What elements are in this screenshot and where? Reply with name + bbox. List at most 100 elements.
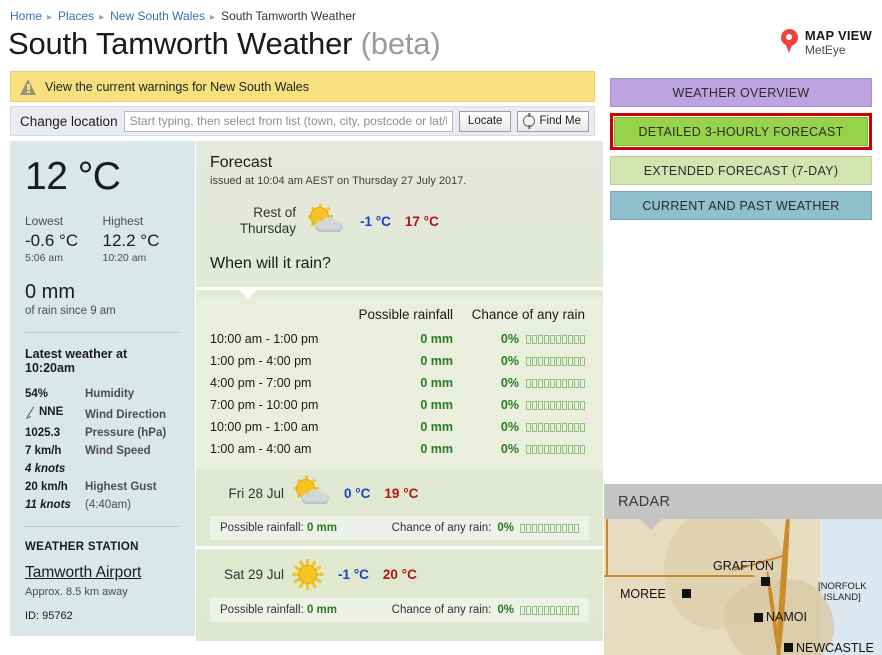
rain-table-row: 10:00 pm - 1:00 am 0 mm 0% [210, 416, 585, 438]
day-chance: Chance of any rain: 0% [392, 604, 579, 616]
rain-chance-gauge [526, 444, 585, 454]
nav-button-extended[interactable]: EXTENDED FORECAST (7-DAY) [610, 156, 872, 185]
day-min-temp: -1 °C [338, 566, 369, 582]
divider [25, 332, 180, 333]
weather-station-heading: WEATHER STATION [25, 541, 139, 553]
wind-speed-knots: 4 knots [25, 463, 66, 475]
nav-button-current[interactable]: CURRENT AND PAST WEATHER [610, 191, 872, 220]
radar-island-label: [NORFOLK ISLAND] [818, 581, 867, 603]
page-title-text: South Tamworth Weather [8, 26, 353, 61]
radar-city-label: GRAFTON [713, 559, 774, 573]
observation-value: 7 km/h [25, 445, 62, 457]
column-header-rainfall: Possible rainfall [358, 307, 453, 322]
breadcrumb: Home ▸ Places ▸ New South Wales ▸ South Tamwor… [10, 9, 356, 23]
rain-table: Possible rainfall Chance of any rain 10:… [196, 297, 603, 470]
find-me-button[interactable]: Find Me [517, 110, 589, 132]
breadcrumb-item-current: South Tamworth Weather [221, 9, 357, 23]
day-chance: Chance of any rain: 0% [392, 522, 579, 534]
breadcrumb-separator-icon: ▸ [99, 12, 105, 23]
location-search-input[interactable] [123, 110, 453, 132]
rain-period: 4:00 pm - 7:00 pm [210, 376, 312, 390]
wind-arrow-icon [25, 406, 36, 419]
radar-station-marker [784, 643, 793, 652]
highest-time: 10:20 am [102, 252, 147, 264]
radar-map[interactable]: MOREE GRAFTON NAMOI NEWCASTLE [NORFOLK ISLA… [604, 519, 882, 655]
day-header-row: Fri 28 Jul 0 °C 19 °C [210, 476, 589, 508]
observation-label: Humidity [85, 388, 135, 400]
rain-amount: 0 mm [420, 420, 453, 434]
compass-icon [523, 115, 536, 127]
rain-chance-percent: 0% [500, 420, 519, 434]
rain-table-row: 7:00 pm - 10:00 pm 0 mm 0% [210, 394, 585, 416]
rain-table-header: Possible rainfall Chance of any rain [210, 303, 585, 328]
page-title: South Tamworth Weather (beta) [8, 26, 441, 62]
weather-page: Home ▸ Places ▸ New South Wales ▸ South Tamwor… [0, 0, 882, 655]
rain-chance-percent: 0% [500, 442, 519, 456]
rain-since-9am-value: 0 mm [25, 281, 75, 303]
observation-label: Pressure (hPa) [85, 427, 167, 439]
breadcrumb-separator-icon: ▸ [210, 12, 216, 23]
lowest-time: 5:06 am [25, 252, 63, 264]
rain-chance-percent: 0% [500, 376, 519, 390]
day-chance-value: 0% [497, 604, 514, 616]
radar-station-marker [761, 577, 770, 586]
radar-heading: RADAR [604, 484, 882, 519]
rain-since-9am-label: of rain since 9 am [25, 305, 116, 317]
breadcrumb-item-places[interactable]: Places [58, 9, 94, 23]
observation-value: 1025.3 [25, 427, 61, 439]
observations-list: 54% Humidity NNE Wind Direction 1025.3 P… [25, 388, 180, 511]
radar-section[interactable]: RADAR MOREE GRAFTON NAMOI NEWCASTLE [NORFOL… [604, 484, 882, 655]
rain-table-body: 10:00 am - 1:00 pm 0 mm 0% 1:00 pm - 4:00 p… [210, 328, 585, 460]
warning-banner[interactable]: View the current warnings for New South … [10, 71, 595, 102]
nav-button-overview[interactable]: WEATHER OVERVIEW [610, 78, 872, 107]
rain-table-row: 1:00 am - 4:00 am 0 mm 0% [210, 438, 585, 460]
today-min-temp: -1 °C [360, 213, 391, 229]
day-max-temp: 19 °C [384, 485, 419, 501]
observation-label: Wind Speed [85, 445, 151, 457]
weather-station-id: ID: 95762 [25, 610, 73, 622]
observation-label: Highest Gust [85, 481, 157, 493]
weather-station-link[interactable]: Tamworth Airport [25, 564, 180, 582]
lowest-value: -0.6 °C [25, 231, 79, 250]
day-rainfall-value: 0 mm [306, 604, 337, 616]
day-rainfall: Possible rainfall: 0 mm [220, 522, 337, 534]
map-view-link[interactable]: MAP VIEW MetEye [780, 28, 872, 58]
breadcrumb-item-home[interactable]: Home [10, 9, 42, 23]
nav-sidebar: WEATHER OVERVIEW DETAILED 3-HOURLY FORECA… [610, 78, 872, 220]
highest-caption: Highest [102, 214, 144, 228]
radar-city-label: NEWCASTLE [796, 641, 874, 655]
column-header-chance: Chance of any rain [471, 307, 585, 322]
observation-subrow: 11 knots (4:40am) [25, 499, 180, 511]
day-min-temp: 0 °C [344, 485, 371, 501]
day-temperatures: -1 °C 20 °C [338, 567, 417, 582]
forecast-title: Forecast [210, 154, 273, 171]
warning-triangle-icon [20, 78, 37, 95]
day-chance-value: 0% [497, 522, 514, 534]
observation-value: 54% [25, 388, 49, 400]
wind-direction-value: NNE [39, 406, 64, 418]
change-location-label: Change location [20, 113, 118, 129]
rain-period: 1:00 pm - 4:00 pm [210, 354, 312, 368]
forecast-header: Forecast issued at 10:04 am AEST on Thur… [196, 141, 603, 187]
partly-cloudy-icon [290, 476, 330, 508]
gust-knots: 11 knots [25, 499, 71, 511]
observation-subrow: 4 knots [25, 463, 180, 475]
day-temperatures: 0 °C 19 °C [344, 486, 418, 501]
radar-station-marker [682, 589, 691, 598]
breadcrumb-item-new-south-wales[interactable]: New South Wales [110, 9, 205, 23]
radar-city-label: MOREE [620, 587, 666, 601]
observation-value: NNE [25, 406, 85, 419]
radar-city-label: NAMOI [766, 610, 807, 624]
observation-row: 1025.3 Pressure (hPa) [25, 427, 180, 439]
divider [25, 526, 180, 527]
day-name: Fri 28 Jul [228, 485, 284, 501]
breadcrumb-separator-icon: ▸ [47, 12, 53, 23]
locate-button[interactable]: Locate [458, 110, 512, 132]
rain-chance-gauge [526, 422, 585, 432]
today-max-temp: 17 °C [404, 213, 439, 229]
rain-amount: 0 mm [420, 442, 453, 456]
highest-group: Highest 12.2 °C 10:20 am [103, 214, 181, 264]
rain-table-row: 4:00 pm - 7:00 pm 0 mm 0% [210, 372, 585, 394]
rain-chance-gauge [520, 523, 579, 533]
nav-button-detailed[interactable]: DETAILED 3-HOURLY FORECAST [614, 117, 868, 146]
